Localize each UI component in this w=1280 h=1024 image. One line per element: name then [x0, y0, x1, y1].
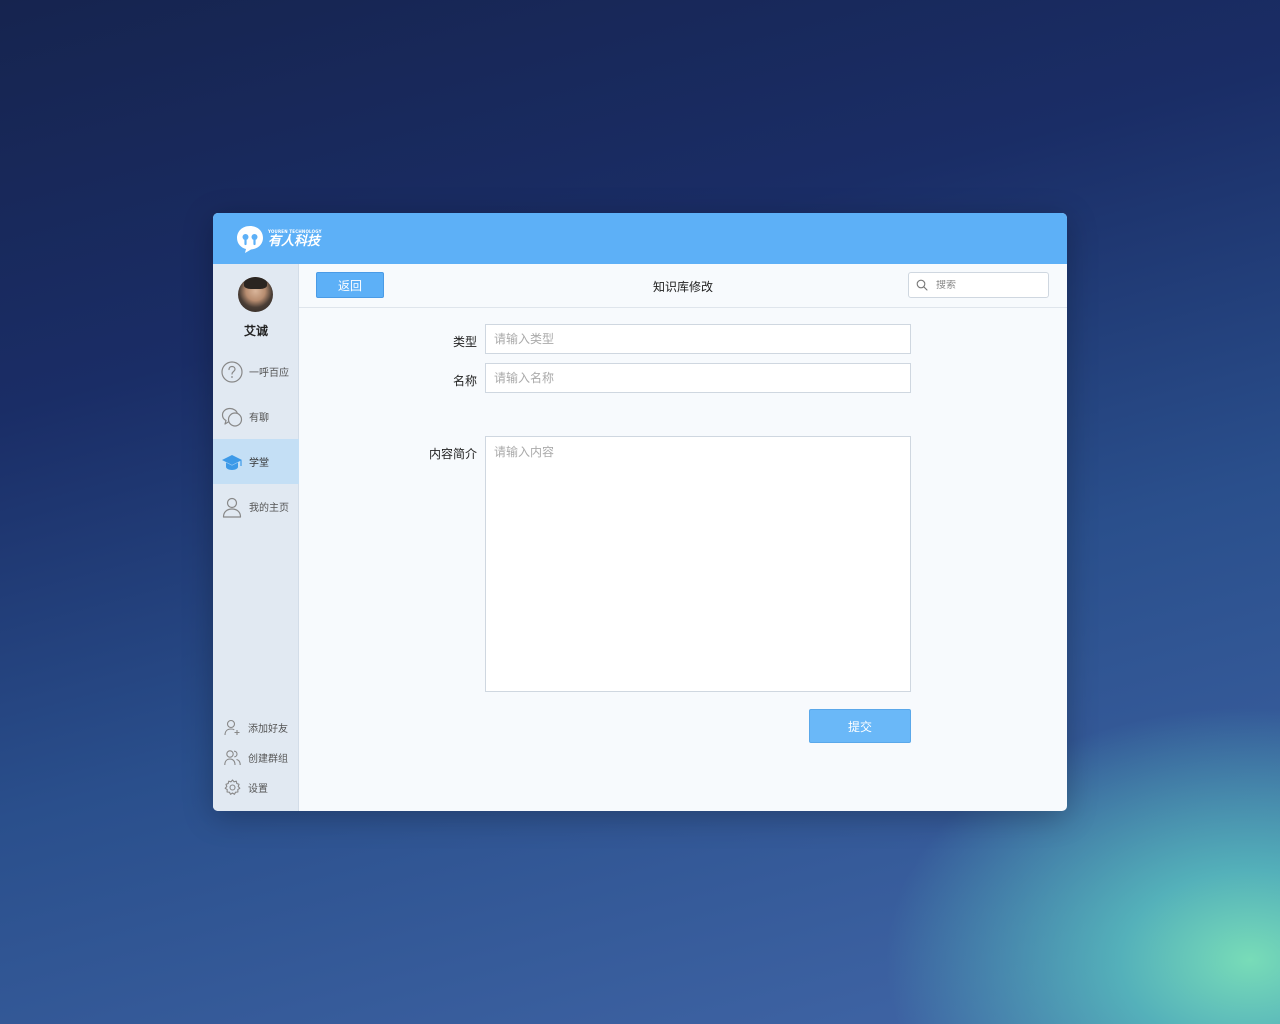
name-input[interactable]	[485, 363, 911, 393]
toolbar: 返回 知识库修改	[299, 264, 1067, 308]
logo-text: YOUREN TECHNOLOGY 有人科技	[268, 230, 322, 249]
add-friend-button[interactable]: 添加好友	[213, 715, 299, 739]
type-input[interactable]	[485, 324, 911, 354]
sidebar-item-xuetang[interactable]: 学堂	[213, 439, 299, 484]
graduation-cap-icon	[222, 454, 242, 470]
content-label: 内容简介	[428, 447, 477, 461]
sidebar-item-my-homepage[interactable]: 我的主页	[213, 484, 299, 529]
avatar[interactable]	[238, 277, 273, 312]
app-logo: YOUREN TECHNOLOGY 有人科技	[235, 221, 355, 257]
app-window: YOUREN TECHNOLOGY 有人科技 艾诚 一呼百应 有聊 学堂 我的主…	[213, 213, 1067, 811]
type-label: 类型	[452, 335, 477, 349]
question-circle-icon	[221, 360, 243, 383]
create-group-button[interactable]: 创建群组	[213, 745, 299, 769]
username: 艾诚	[243, 324, 268, 338]
search-box[interactable]	[908, 272, 1049, 298]
chat-bubbles-icon	[221, 407, 243, 427]
create-group-icon	[224, 749, 241, 765]
name-label: 名称	[452, 374, 477, 388]
sidebar-item-label: 一呼百应	[249, 368, 289, 379]
add-user-icon	[224, 719, 240, 735]
sidebar-item-label: 学堂	[249, 458, 269, 469]
sidebar-item-label: 有聊	[249, 413, 269, 424]
sidebar-item-youliao[interactable]: 有聊	[213, 394, 299, 439]
sidebar-item-label: 我的主页	[249, 503, 289, 514]
create-group-label: 创建群组	[248, 753, 288, 765]
sidebar: 艾诚 一呼百应 有聊 学堂 我的主页 添加好友 创建群组 设置	[213, 264, 299, 811]
content-textarea[interactable]	[485, 436, 911, 692]
user-icon	[222, 497, 242, 518]
settings-button[interactable]: 设置	[213, 775, 299, 799]
search-icon	[916, 279, 928, 291]
title-bar: YOUREN TECHNOLOGY 有人科技	[213, 213, 1067, 264]
main-content: 返回 知识库修改 类型 名称 内容简介 提交	[299, 264, 1067, 811]
logo-chinese: 有人科技	[268, 234, 321, 249]
search-input[interactable]	[936, 279, 1036, 291]
logo-mark-icon	[237, 226, 263, 253]
sidebar-item-yihubaiying[interactable]: 一呼百应	[213, 349, 299, 394]
submit-button[interactable]: 提交	[809, 709, 911, 743]
gear-icon	[224, 778, 241, 795]
settings-label: 设置	[248, 783, 268, 795]
add-friend-label: 添加好友	[248, 723, 288, 735]
